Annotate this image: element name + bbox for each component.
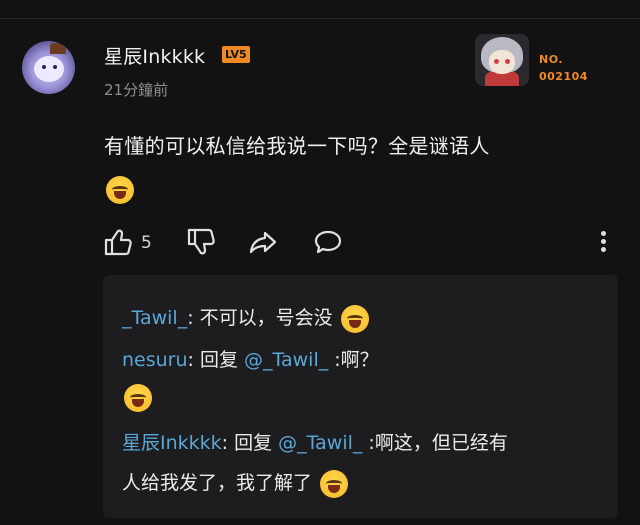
more-vertical-icon[interactable]	[601, 231, 607, 255]
reply-username[interactable]: _Tawil_	[122, 307, 187, 329]
user-avatar[interactable]	[22, 41, 75, 94]
fan-card-number: 002104	[539, 70, 588, 83]
reply-username[interactable]: nesuru	[122, 349, 188, 371]
reply-emoji-line	[122, 384, 152, 412]
reply-continuation: 人给我发了，我了解了	[122, 468, 349, 498]
reply-bubble-icon[interactable]	[313, 228, 343, 256]
reply-mention[interactable]: @_Tawil_	[278, 432, 362, 454]
top-divider	[0, 0, 640, 19]
reply-item[interactable]: 星辰Inkkkk: 回复 @_Tawil_ :啊这，但已经有	[122, 428, 508, 455]
reply-item[interactable]: nesuru: 回复 @_Tawil_ :啊？	[122, 345, 379, 372]
reply-username[interactable]: 星辰Inkkkk	[122, 432, 222, 454]
timestamp: 21分鐘前	[104, 81, 169, 99]
reply-text: 不可以，号会没	[199, 307, 333, 329]
fan-card-label: NO.	[539, 53, 563, 66]
reply-text: :啊这，但已经有	[362, 432, 508, 454]
reply-item[interactable]: _Tawil_: 不可以，号会没	[122, 303, 369, 333]
reply-text: 人给我发了，我了解了	[122, 472, 313, 494]
laughing-crying-emoji	[106, 176, 134, 204]
reply-mention[interactable]: @_Tawil_	[244, 349, 328, 371]
laughing-crying-emoji	[124, 384, 152, 412]
thumbs-down-icon[interactable]	[186, 228, 216, 256]
level-badge: LV5	[222, 46, 250, 63]
like-count: 5	[141, 233, 152, 253]
username[interactable]: 星辰Inkkkk	[104, 42, 205, 69]
laughing-crying-emoji	[320, 469, 349, 498]
reply-text: :啊？	[328, 349, 379, 371]
thumbs-up-icon[interactable]	[103, 228, 133, 256]
laughing-crying-emoji	[340, 304, 369, 333]
comment-text: 有懂的可以私信给我说一下吗？全是谜语人	[104, 134, 490, 158]
share-icon[interactable]	[248, 228, 278, 256]
fan-card-avatar[interactable]	[475, 34, 529, 86]
